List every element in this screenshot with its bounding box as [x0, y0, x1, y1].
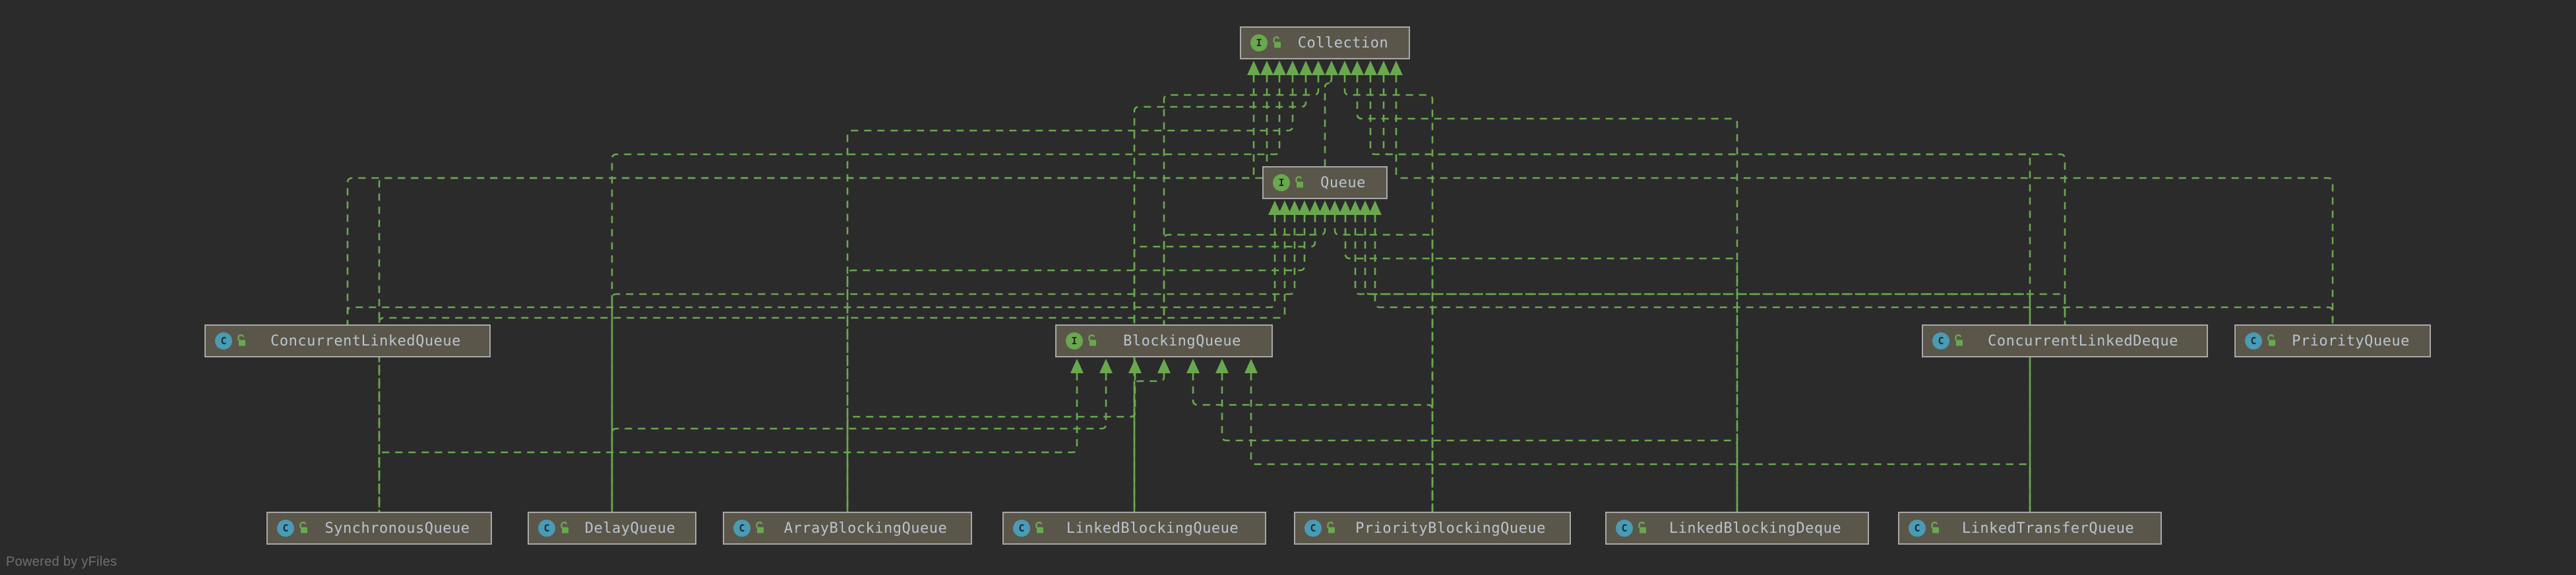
node-label: ConcurrentLinkedQueue [270, 332, 461, 349]
unlock-icon [754, 521, 766, 535]
node-layer: I Collection I Queue C ConcurrentLinkedQueue I… [0, 0, 2576, 575]
node-blockingqueue[interactable]: I BlockingQueue [1055, 324, 1273, 357]
node-linkedblockingdeque[interactable]: C LinkedBlockingDeque [1605, 512, 1869, 545]
node-label: LinkedBlockingQueue [1066, 520, 1239, 537]
unlock-icon [559, 521, 570, 535]
node-concurrentlinkeddeque[interactable]: C ConcurrentLinkedDeque [1922, 324, 2208, 357]
class-icon: C [1909, 520, 1926, 537]
node-label: PriorityQueue [2292, 332, 2410, 349]
class-icon: C [1616, 520, 1633, 537]
diagram-canvas[interactable]: I Collection I Queue C ConcurrentLinkedQueue I… [0, 0, 2576, 575]
node-label: LinkedBlockingDeque [1669, 520, 1842, 537]
class-icon: C [215, 332, 232, 349]
interface-icon: I [1250, 34, 1268, 51]
unlock-icon [1271, 36, 1283, 50]
unlock-icon [1033, 521, 1045, 535]
class-icon: C [1304, 520, 1322, 537]
class-icon: C [733, 520, 751, 537]
node-label: PriorityBlockingQueue [1355, 520, 1546, 537]
node-label: LinkedTransferQueue [1961, 520, 2135, 537]
interface-icon: I [1066, 332, 1083, 349]
node-collection[interactable]: I Collection [1240, 26, 1410, 59]
node-linkedblockingqueue[interactable]: C LinkedBlockingQueue [1002, 512, 1266, 545]
class-icon: C [538, 520, 555, 537]
node-label: Collection [1297, 34, 1389, 51]
node-linkedtransferqueue[interactable]: C LinkedTransferQueue [1898, 512, 2162, 545]
class-icon: C [2245, 332, 2262, 349]
node-label: SynchronousQueue [324, 520, 470, 537]
node-label: ConcurrentLinkedDeque [1988, 332, 2178, 349]
node-priorityblockingqueue[interactable]: C PriorityBlockingQueue [1294, 512, 1571, 545]
unlock-icon [297, 521, 309, 535]
unlock-icon [1929, 521, 1941, 535]
node-label: Queue [1320, 174, 1366, 191]
unlock-icon [235, 334, 247, 348]
watermark: Powered by yFiles [6, 555, 117, 569]
class-icon: C [1013, 520, 1030, 537]
node-arrayblockingqueue[interactable]: C ArrayBlockingQueue [723, 512, 972, 545]
class-icon: C [277, 520, 294, 537]
node-concurrentlinkedqueue[interactable]: C ConcurrentLinkedQueue [204, 324, 491, 357]
class-icon: C [1932, 332, 1949, 349]
unlock-icon [1636, 521, 1648, 535]
node-label: DelayQueue [584, 520, 676, 537]
unlock-icon [1325, 521, 1337, 535]
node-queue[interactable]: I Queue [1262, 166, 1388, 199]
unlock-icon [2265, 334, 2277, 348]
node-synchronousqueue[interactable]: C SynchronousQueue [266, 512, 492, 545]
interface-icon: I [1273, 174, 1290, 191]
unlock-icon [1953, 334, 1965, 348]
node-delayqueue[interactable]: C DelayQueue [528, 512, 696, 545]
unlock-icon [1086, 334, 1098, 348]
unlock-icon [1293, 175, 1305, 190]
node-label: BlockingQueue [1123, 332, 1241, 349]
node-label: ArrayBlockingQueue [783, 520, 948, 537]
node-priorityqueue[interactable]: C PriorityQueue [2234, 324, 2431, 357]
